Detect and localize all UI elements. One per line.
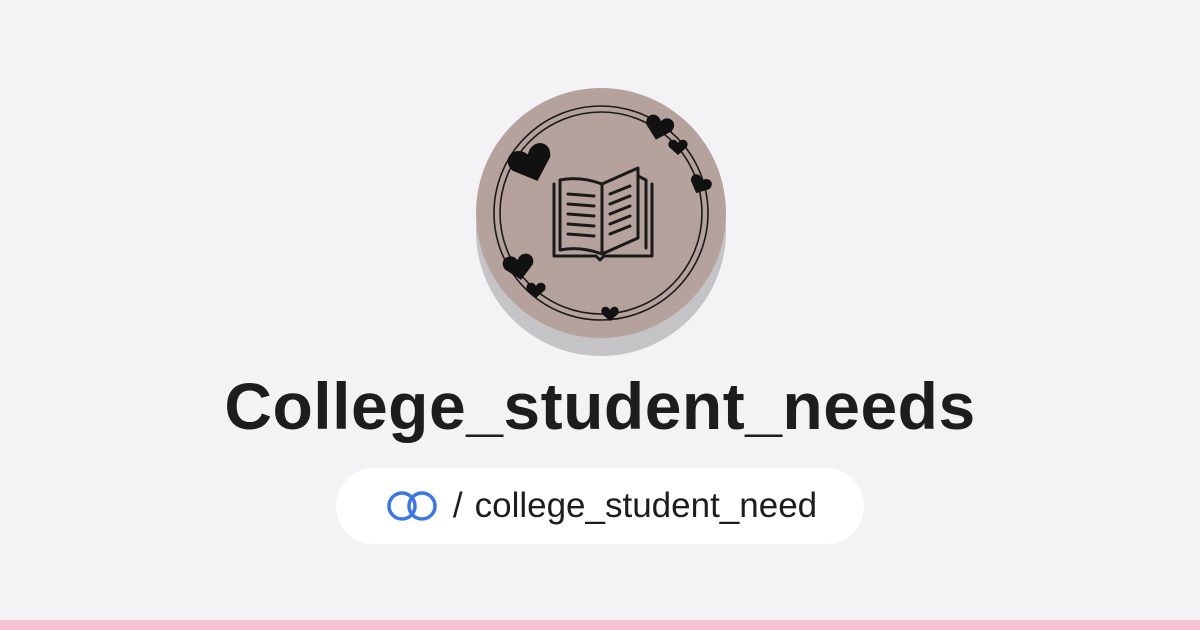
heart-decoration-icon (502, 114, 712, 321)
linked-rings-icon (387, 491, 437, 521)
profile-name: College_student_needs (224, 369, 976, 443)
link-separator: / (452, 486, 463, 525)
open-book-icon (493, 105, 712, 321)
profile-avatar (474, 88, 728, 358)
avatar-image (476, 88, 726, 338)
accent-bar (0, 620, 1200, 630)
link-handle[interactable]: college_student_need (475, 486, 818, 526)
profile-link-pill[interactable]: / college_student_need (336, 468, 864, 544)
